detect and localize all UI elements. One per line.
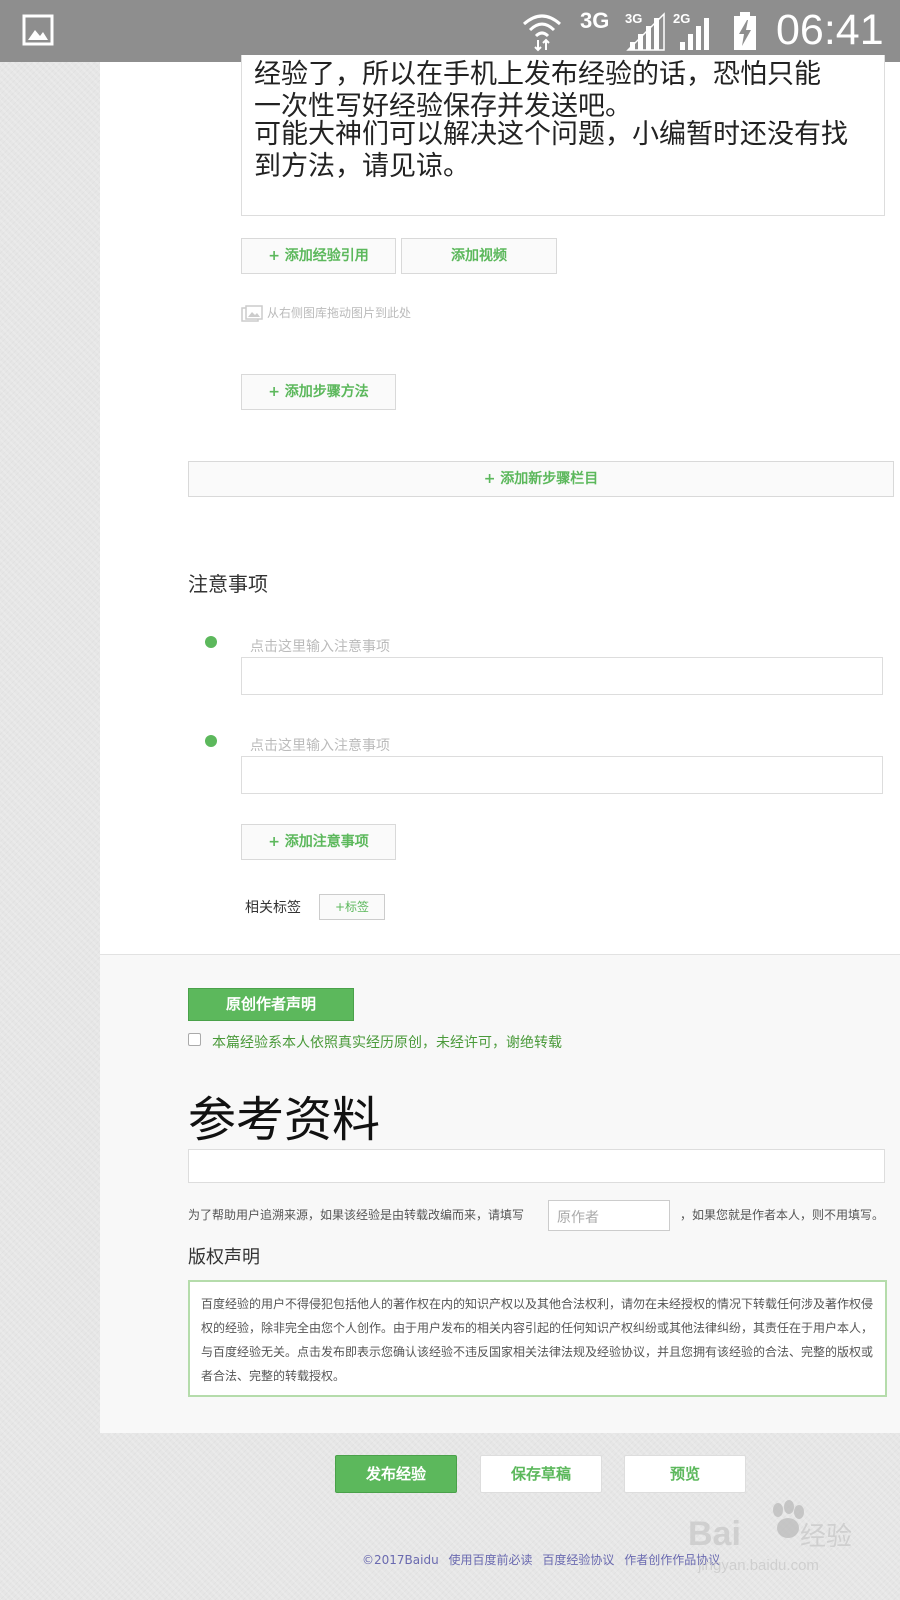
source-prefix-text: 为了帮助用户追溯来源，如果该经验是由转载改编而来，请填写 [188, 1208, 525, 1222]
footer-copyright: ©2017Baidu [362, 1553, 439, 1567]
reference-title: 参考资料 [188, 1092, 381, 1148]
network-type-label: 3G [625, 11, 643, 26]
add-reference-button[interactable]: + 添加经验引用 [241, 238, 396, 274]
publish-button[interactable]: 发布经验 [335, 1455, 457, 1493]
baidu-jingyan-watermark: Bai 经验 jingyan.baidu.com [688, 1500, 852, 1574]
step-text-editor[interactable]: 经验了，所以在手机上发布经验的话，恐怕只能 一次性写好经验保存并发送吧。 可能大… [241, 55, 885, 216]
footer: ©2017Baidu 使用百度前必读 百度经验协议 作者创作作品协议 [362, 1551, 726, 1568]
drop-hint-label: 从右侧图库拖动图片到此处 [267, 306, 412, 320]
original-author-input[interactable]: 原作者 [548, 1200, 670, 1231]
note-input[interactable] [241, 657, 883, 695]
note-placeholder: 点击这里输入注意事项 [250, 639, 390, 655]
add-note-button[interactable]: + 添加注意事项 [241, 824, 396, 860]
status-bar: 3G 3G 2G 06:41 [0, 0, 900, 62]
bullet-dot [205, 735, 217, 747]
copyright-notice: 百度经验的用户不得侵犯包括他人的著作权在内的知识产权以及其他合法权利，请勿在未经… [188, 1280, 887, 1397]
editor-text-fragment: 一次性写好经验保存并发送吧。 [254, 91, 632, 122]
image-icon [241, 304, 263, 322]
bullet-dot [205, 636, 217, 648]
original-author-declaration[interactable]: 原创作者声明 [188, 988, 354, 1021]
source-suffix-text: ，如果您就是作者本人，则不用填写。 [680, 1208, 885, 1222]
editor-text-fragment: 经验了，所以在手机上发布经验的话，恐怕只能 [254, 59, 821, 90]
preview-button[interactable]: 预览 [624, 1455, 746, 1493]
image-drop-hint[interactable]: 从右侧图库拖动图片到此处 [241, 304, 411, 323]
battery-charging-icon [734, 12, 756, 50]
clock: 06:41 [776, 6, 884, 54]
editor-text-paragraph: 可能大神们可以解决这个问题，小编暂时还没有找到方法，请见谅。 [254, 119, 848, 182]
watermark-brand-cn: 经验 [800, 1522, 852, 1552]
watermark-brand: Bai [688, 1515, 741, 1553]
note-placeholder: 点击这里输入注意事项 [250, 738, 390, 754]
reference-input[interactable] [188, 1149, 885, 1183]
add-video-button[interactable]: 添加视频 [401, 238, 557, 274]
watermark-url: jingyan.baidu.com [697, 1557, 819, 1574]
wifi-icon [523, 14, 561, 52]
original-checkbox[interactable] [188, 1033, 201, 1046]
original-checkbox-label[interactable]: 本篇经验系本人依照真实经历原创，未经许可，谢绝转载 [212, 1032, 562, 1052]
editor-text-line: 经验了，所以在手机上发布经验的话，恐怕只能 一次性写好经验保存并发送吧。 [242, 59, 884, 123]
footer-link[interactable]: 使用百度前必读 [449, 1553, 533, 1567]
copyright-title: 版权声明 [188, 1247, 260, 1268]
add-step-method-button[interactable]: + 添加步骤方法 [241, 374, 396, 410]
add-tag-button[interactable]: +标签 [319, 894, 385, 920]
save-draft-button[interactable]: 保存草稿 [480, 1455, 602, 1493]
notes-section-title: 注意事项 [188, 572, 268, 596]
network-type-label: 2G [673, 11, 691, 26]
network-type-label: 3G [580, 8, 610, 33]
note-input[interactable] [241, 756, 883, 794]
gallery-icon [22, 14, 54, 46]
footer-link[interactable]: 百度经验协议 [542, 1553, 614, 1567]
add-step-section-button[interactable]: + 添加新步骤栏目 [188, 461, 894, 497]
tags-label: 相关标签 [245, 900, 301, 916]
